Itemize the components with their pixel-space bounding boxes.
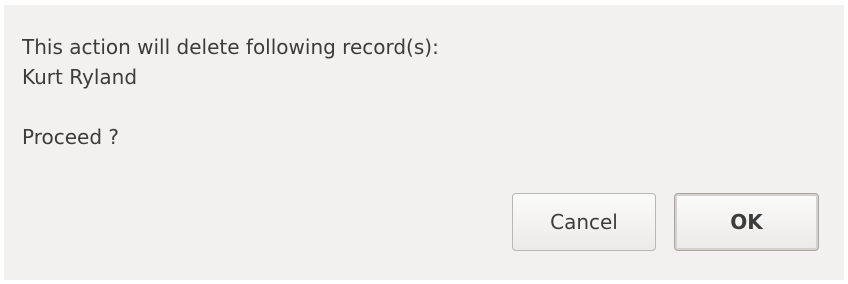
confirm-delete-dialog: This action will delete following record… [4, 5, 844, 280]
record-name: Kurt Ryland [22, 65, 138, 89]
ok-button[interactable]: OK [674, 193, 819, 251]
dialog-message: This action will delete following record… [22, 32, 439, 152]
message-spacer [22, 92, 439, 122]
message-line: This action will delete following record… [22, 35, 439, 59]
cancel-button[interactable]: Cancel [512, 193, 656, 251]
proceed-question: Proceed ? [22, 125, 120, 149]
